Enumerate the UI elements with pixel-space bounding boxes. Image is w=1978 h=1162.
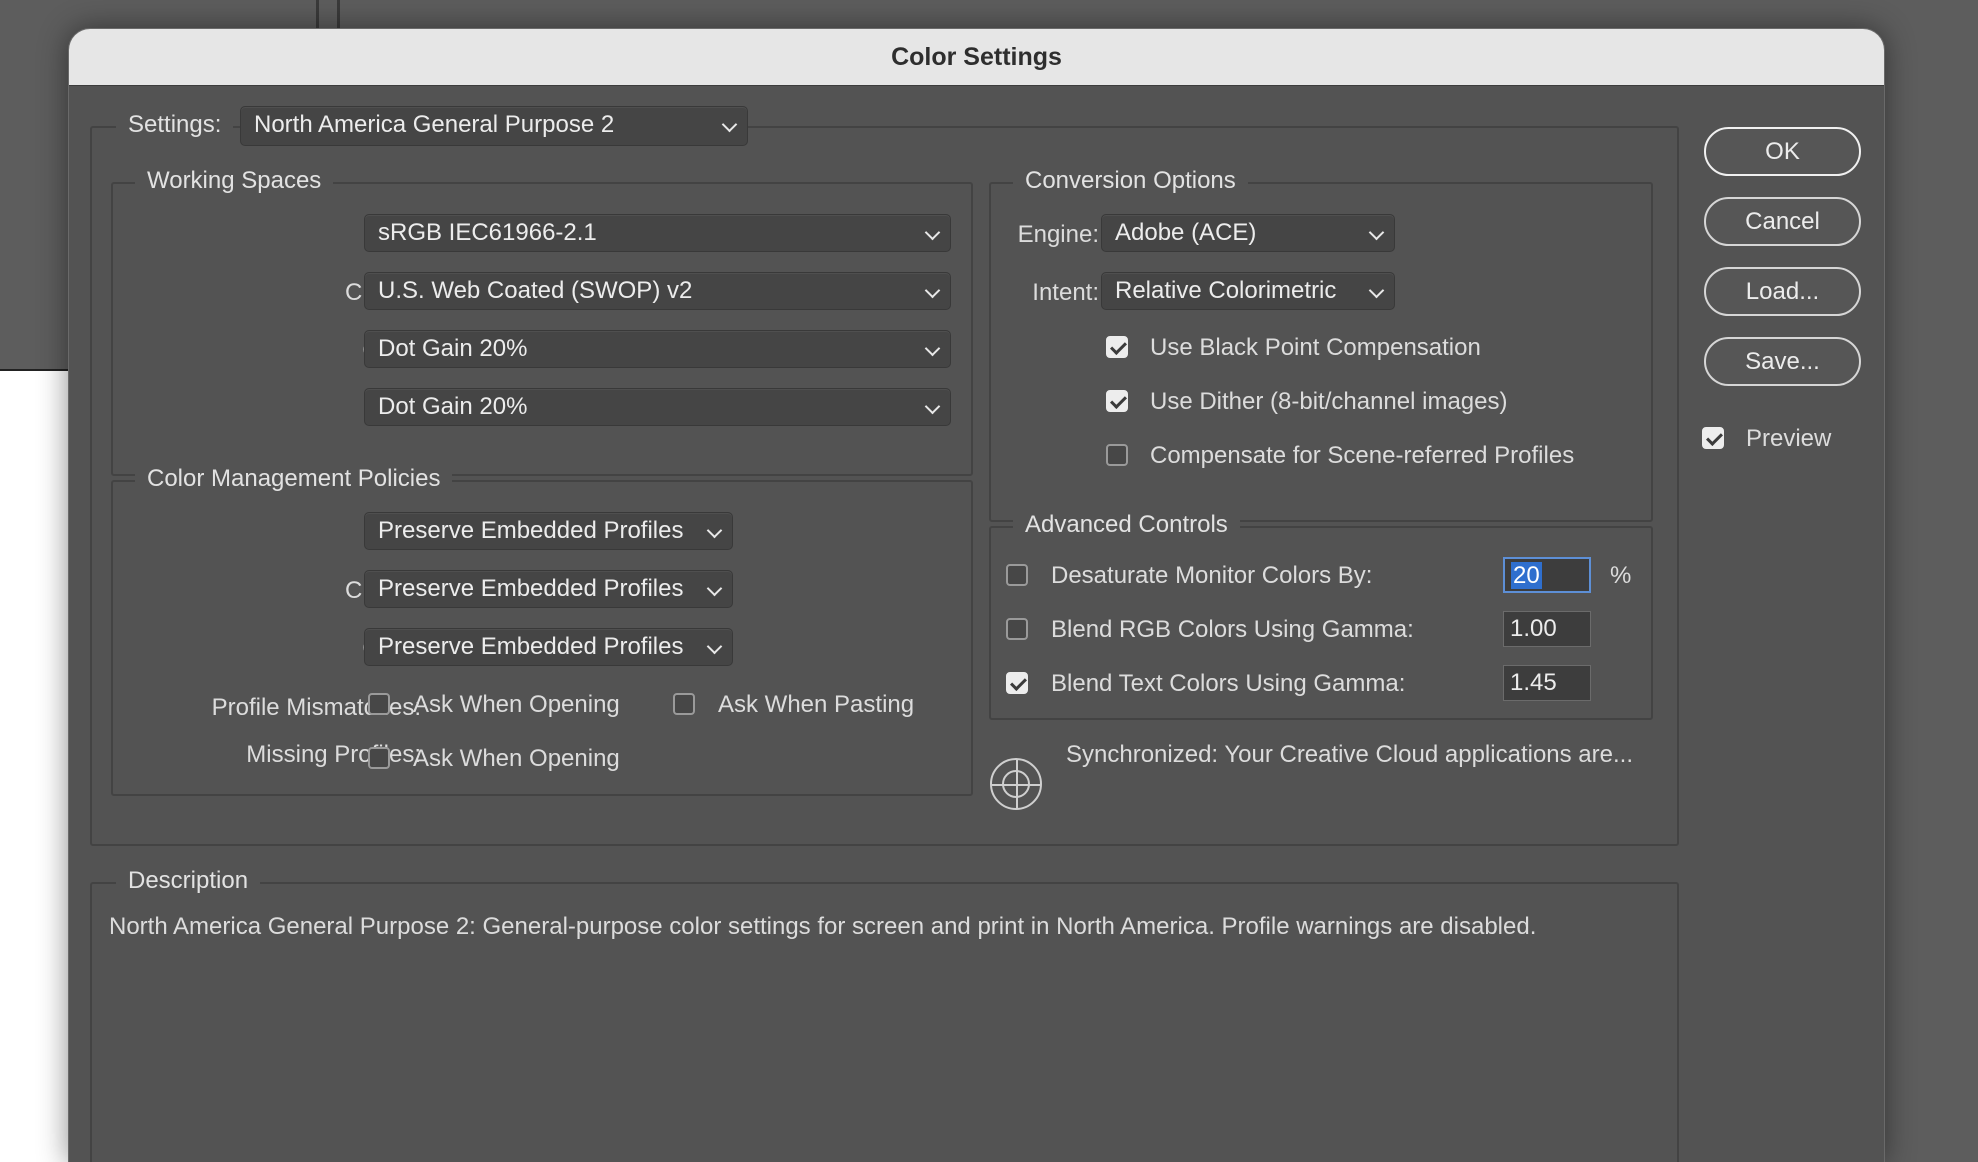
policy-gray-select[interactable]: Preserve Embedded Profiles	[364, 628, 733, 666]
engine-value: Adobe (ACE)	[1115, 219, 1257, 246]
ws-spot-select[interactable]: Dot Gain 20%	[364, 388, 951, 426]
chevron-down-icon	[924, 340, 941, 357]
policy-rgb-value: Preserve Embedded Profiles	[378, 517, 684, 544]
black-point-checkbox[interactable]	[1106, 336, 1128, 358]
mismatch-opening-checkbox[interactable]	[368, 693, 390, 715]
blend-rgb-label[interactable]: Blend RGB Colors Using Gamma:	[1051, 616, 1414, 644]
desaturate-label[interactable]: Desaturate Monitor Colors By:	[1051, 562, 1372, 590]
policy-cmyk-value: Preserve Embedded Profiles	[378, 575, 684, 602]
dither-checkbox[interactable]	[1106, 390, 1128, 412]
scene-referred-label[interactable]: Compensate for Scene-referred Profiles	[1150, 442, 1574, 470]
desaturate-checkbox[interactable]	[1006, 564, 1028, 586]
settings-select-value: North America General Purpose 2	[254, 111, 615, 138]
blend-text-checkbox[interactable]	[1006, 672, 1028, 694]
chevron-down-icon	[924, 224, 941, 241]
intent-value: Relative Colorimetric	[1115, 277, 1337, 304]
policies-legend: Color Management Policies	[135, 465, 453, 493]
missing-opening-checkbox[interactable]	[368, 747, 390, 769]
background-ruler	[316, 0, 340, 30]
scene-referred-checkbox[interactable]	[1106, 444, 1128, 466]
chevron-down-icon	[706, 580, 723, 597]
mismatch-pasting-label[interactable]: Ask When Pasting	[718, 691, 914, 719]
background-divider	[0, 369, 70, 371]
description-text: North America General Purpose 2: General…	[109, 913, 1537, 940]
desaturate-input[interactable]: 20	[1503, 557, 1591, 593]
sync-target-icon	[990, 758, 1042, 810]
preview-label[interactable]: Preview	[1746, 425, 1831, 453]
dialog-title: Color Settings	[69, 29, 1884, 86]
chevron-down-icon	[924, 398, 941, 415]
desaturate-unit: %	[1610, 562, 1632, 589]
cancel-button[interactable]: Cancel	[1704, 197, 1861, 246]
ws-cmyk-value: U.S. Web Coated (SWOP) v2	[378, 277, 693, 304]
chevron-down-icon	[1368, 282, 1385, 299]
policy-rgb-select[interactable]: Preserve Embedded Profiles	[364, 512, 733, 550]
sync-status-text: Synchronized: Your Creative Cloud applic…	[1066, 741, 1633, 768]
chevron-down-icon	[721, 116, 738, 133]
dither-label[interactable]: Use Dither (8-bit/channel images)	[1150, 388, 1507, 416]
engine-label: Engine:	[1017, 221, 1099, 248]
intent-label: Intent:	[1032, 279, 1099, 306]
chevron-down-icon	[706, 522, 723, 539]
desaturate-value: 20	[1511, 562, 1542, 589]
working-spaces-legend: Working Spaces	[135, 167, 334, 195]
black-point-label[interactable]: Use Black Point Compensation	[1150, 334, 1481, 362]
ws-rgb-select[interactable]: sRGB IEC61966-2.1	[364, 214, 951, 252]
ws-gray-select[interactable]: Dot Gain 20%	[364, 330, 951, 368]
policy-gray-value: Preserve Embedded Profiles	[378, 633, 684, 660]
advanced-legend: Advanced Controls	[1013, 511, 1240, 539]
blend-rgb-input[interactable]: 1.00	[1503, 611, 1591, 647]
settings-select[interactable]: North America General Purpose 2	[240, 106, 748, 146]
ok-button[interactable]: OK	[1704, 127, 1861, 176]
preview-checkbox[interactable]	[1702, 427, 1724, 449]
blend-text-label[interactable]: Blend Text Colors Using Gamma:	[1051, 670, 1405, 698]
ws-gray-value: Dot Gain 20%	[378, 335, 528, 362]
mismatch-pasting-checkbox[interactable]	[673, 693, 695, 715]
chevron-down-icon	[1368, 224, 1385, 241]
load-button[interactable]: Load...	[1704, 267, 1861, 316]
engine-select[interactable]: Adobe (ACE)	[1101, 214, 1395, 252]
ws-spot-value: Dot Gain 20%	[378, 393, 528, 420]
intent-select[interactable]: Relative Colorimetric	[1101, 272, 1395, 310]
chevron-down-icon	[706, 638, 723, 655]
conversion-legend: Conversion Options	[1013, 167, 1248, 195]
blend-text-input[interactable]: 1.45	[1503, 665, 1591, 701]
missing-opening-label[interactable]: Ask When Opening	[413, 745, 620, 773]
description-legend: Description	[116, 867, 261, 895]
settings-label: Settings:	[116, 111, 234, 139]
chevron-down-icon	[924, 282, 941, 299]
ws-cmyk-select[interactable]: U.S. Web Coated (SWOP) v2	[364, 272, 951, 310]
save-button[interactable]: Save...	[1704, 337, 1861, 386]
mismatch-opening-label[interactable]: Ask When Opening	[413, 691, 620, 719]
ws-rgb-value: sRGB IEC61966-2.1	[378, 219, 597, 246]
blend-rgb-checkbox[interactable]	[1006, 618, 1028, 640]
color-settings-dialog: Color Settings Settings: North America G…	[68, 28, 1885, 1162]
policy-cmyk-select[interactable]: Preserve Embedded Profiles	[364, 570, 733, 608]
